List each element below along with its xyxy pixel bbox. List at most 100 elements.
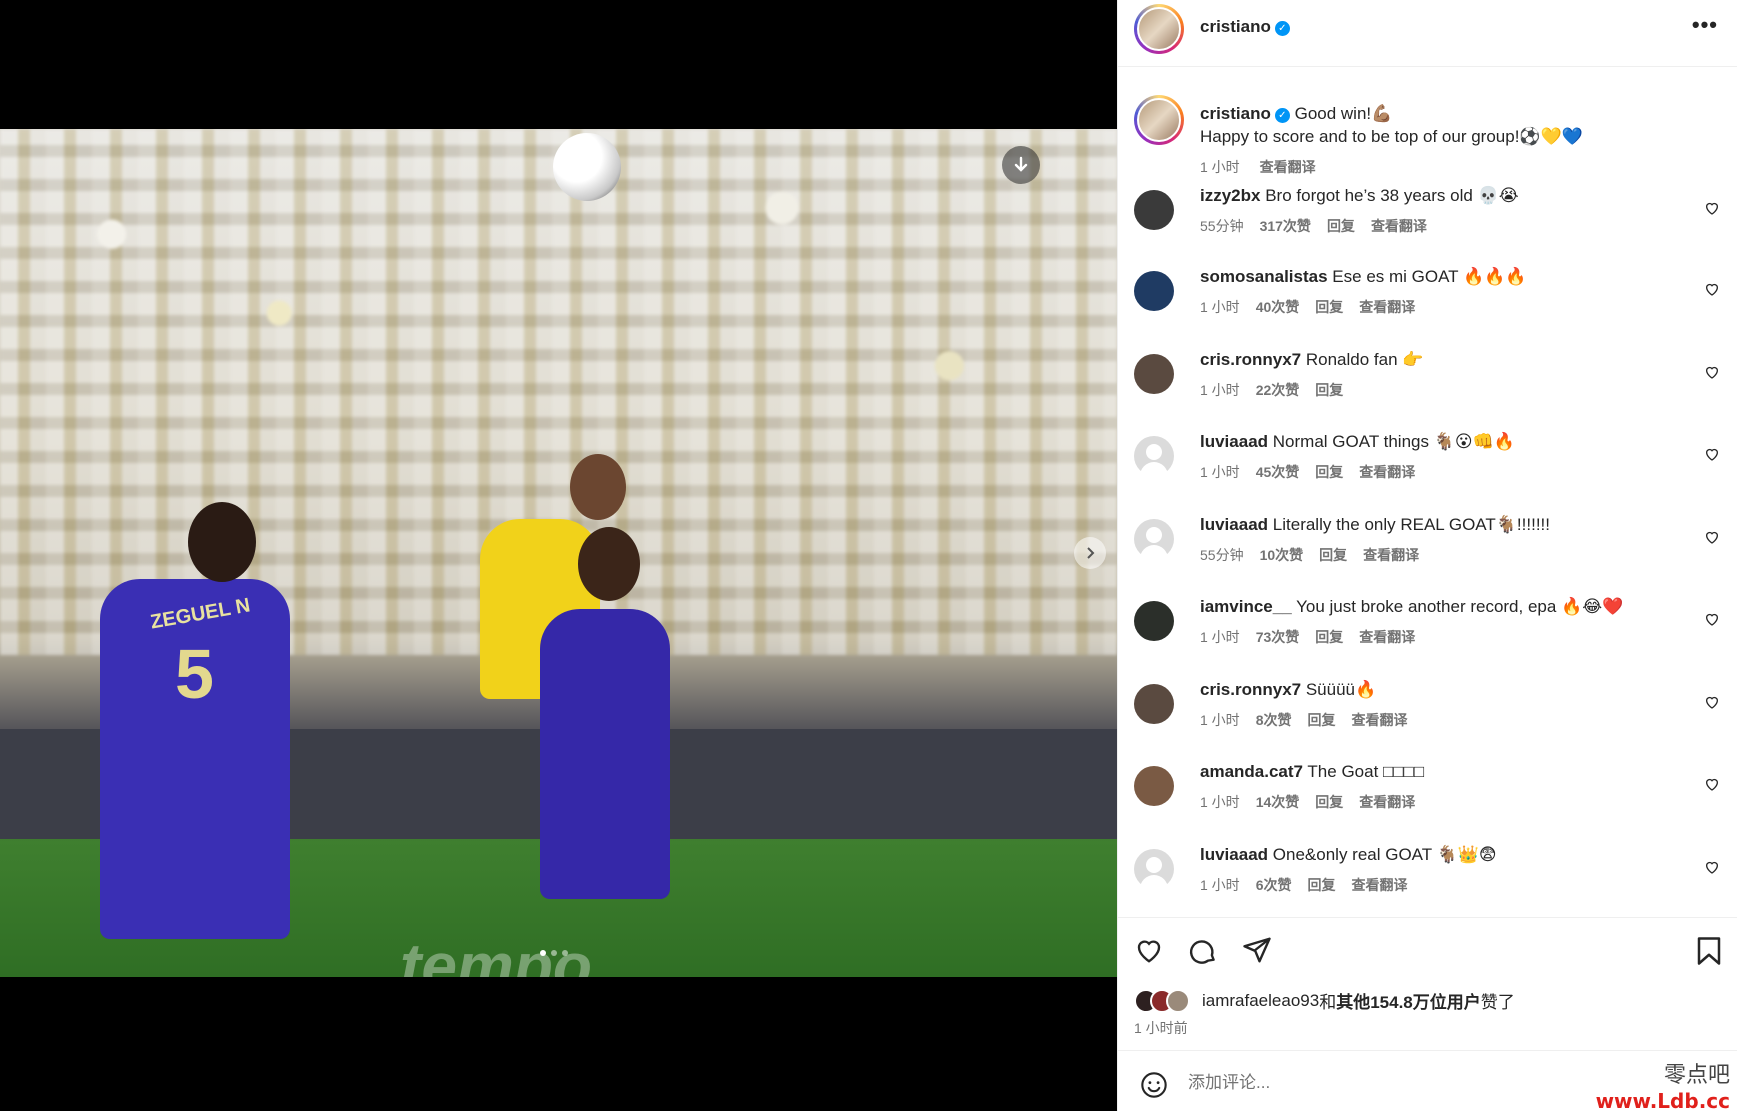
comment-text: Literally the only REAL GOAT🐐!!!!!!! [1272,515,1550,534]
next-image-button[interactable] [1074,537,1106,569]
comment-username[interactable]: somosanalistas [1200,267,1328,286]
comment-reply-link[interactable]: 回复 [1315,794,1343,810]
comment-like-count[interactable]: 6次赞 [1256,877,1292,893]
comment-username[interactable]: cris.ronnyx7 [1200,350,1301,369]
comment-like-heart-icon[interactable] [1704,446,1720,462]
comment-like-heart-icon[interactable] [1704,776,1720,792]
photo-football [553,133,621,201]
comment-item: cris.ronnyx7 Süüüü🔥 1 小时 8次赞 回复 查看翻译 [1134,680,1724,764]
comment-like-heart-icon[interactable] [1704,364,1720,380]
comment-avatar[interactable] [1134,436,1174,480]
likes-summary[interactable]: iamrafaeleao93 和其他154.8万位用户 赞了 [1134,988,1515,1013]
comment-text: Ese es mi GOAT 🔥🔥🔥 [1332,267,1527,286]
comment-time[interactable]: 1 小时 [1200,712,1240,728]
comments-list[interactable]: cristiano ✓ Good win!💪🏽 Happy to score an… [1118,68,1737,916]
comment-like-heart-icon[interactable] [1704,859,1720,875]
watermark-url: www.Ldb.cc [1595,1089,1730,1111]
caption-translate-link[interactable]: 查看翻译 [1260,159,1316,175]
comment-reply-link[interactable]: 回复 [1319,547,1347,563]
comment-like-heart-icon[interactable] [1704,694,1720,710]
comment-reply-link[interactable]: 回复 [1315,629,1343,645]
comment-time[interactable]: 1 小时 [1200,794,1240,810]
comment-avatar[interactable] [1134,190,1174,230]
comment-avatar[interactable] [1134,519,1174,563]
comment-avatar[interactable] [1134,271,1174,311]
post-timestamp[interactable]: 1 小时前 [1134,1018,1188,1038]
comment-reply-link[interactable]: 回复 [1327,218,1355,234]
author-avatar[interactable] [1134,4,1184,54]
comment-translate-link[interactable]: 查看翻译 [1359,794,1415,810]
comment-time[interactable]: 1 小时 [1200,299,1240,315]
comment-username[interactable]: izzy2bx [1200,186,1260,205]
comment-like-count[interactable]: 45次赞 [1256,464,1300,480]
comment-like-heart-icon[interactable] [1704,281,1720,297]
comment-reply-link[interactable]: 回复 [1315,299,1343,315]
comment-item: cris.ronnyx7 Ronaldo fan 👉 1 小时 22次赞 回复 [1134,350,1724,434]
comment-avatar[interactable] [1134,354,1174,394]
comment-like-count[interactable]: 22次赞 [1256,382,1300,398]
comment-reply-link[interactable]: 回复 [1315,464,1343,480]
comment-translate-link[interactable]: 查看翻译 [1363,547,1419,563]
carousel-dot [562,950,568,956]
author-username[interactable]: cristiano ✓ [1200,17,1290,37]
caption-avatar[interactable] [1134,95,1184,145]
comment-translate-link[interactable]: 查看翻译 [1351,712,1407,728]
comment-time[interactable]: 1 小时 [1200,464,1240,480]
comment-like-heart-icon[interactable] [1704,611,1720,627]
comment-username[interactable]: luviaaad [1200,432,1268,451]
comment-translate-link[interactable]: 查看翻译 [1359,299,1415,315]
comment-like-count[interactable]: 40次赞 [1256,299,1300,315]
comment-like-count[interactable]: 10次赞 [1260,547,1304,563]
comment-avatar[interactable] [1134,601,1174,641]
comment-time[interactable]: 1 小时 [1200,629,1240,645]
more-options-icon[interactable]: ••• [1692,12,1718,38]
comment-avatar[interactable] [1134,766,1174,806]
comment-like-count[interactable]: 14次赞 [1256,794,1300,810]
comment-time[interactable]: 55分钟 [1200,547,1244,563]
bookmark-icon[interactable] [1696,936,1722,966]
comment-item: luviaaad Literally the only REAL GOAT🐐!!… [1134,515,1724,599]
comment-reply-link[interactable]: 回复 [1307,712,1335,728]
download-button[interactable] [1002,146,1040,184]
comment-like-count[interactable]: 317次赞 [1260,218,1311,234]
comment-reply-link[interactable]: 回复 [1307,877,1335,893]
carousel-dot-active [540,950,546,956]
photo-player-blue-4 [540,609,670,899]
emoji-icon[interactable] [1140,1071,1168,1099]
likes-others[interactable]: 其他154.8万位用户 [1336,988,1481,1013]
comment-avatar[interactable] [1134,849,1174,893]
comment-like-heart-icon[interactable] [1704,200,1720,216]
comment-translate-link[interactable]: 查看翻译 [1359,629,1415,645]
comment-time[interactable]: 1 小时 [1200,382,1240,398]
comment-like-heart-icon[interactable] [1704,529,1720,545]
comment-time[interactable]: 55分钟 [1200,218,1244,234]
comment-time[interactable]: 1 小时 [1200,877,1240,893]
comment-username[interactable]: luviaaad [1200,845,1268,864]
like-heart-icon[interactable] [1134,936,1164,964]
comment-item: amanda.cat7 The Goat □□□□ 1 小时 14次赞 回复 查看翻译 [1134,762,1724,846]
comment-username[interactable]: luviaaad [1200,515,1268,534]
comment-input[interactable] [1188,1065,1608,1101]
watermark-cn: 零点吧 [1663,1063,1730,1088]
comment-username[interactable]: amanda.cat7 [1200,762,1303,781]
comment-like-count[interactable]: 8次赞 [1256,712,1292,728]
comment-bubble-icon[interactable] [1188,936,1218,966]
comment-text: Bro forgot he’s 38 years old 💀😭 [1265,186,1519,205]
comment-avatar[interactable] [1134,684,1174,724]
comment-translate-link[interactable]: 查看翻译 [1359,464,1415,480]
comment-item: somosanalistas Ese es mi GOAT 🔥🔥🔥 1 小时 40次… [1134,267,1724,351]
chevron-right-icon [1087,547,1095,559]
liker-username[interactable]: iamrafaeleao93 [1202,991,1319,1011]
comment-username[interactable]: iamvince__ [1200,597,1292,616]
comment-text: Süüüü🔥 [1305,680,1377,699]
comment-translate-link[interactable]: 查看翻译 [1351,877,1407,893]
comment-translate-link[interactable]: 查看翻译 [1371,218,1427,234]
comment-username[interactable]: cris.ronnyx7 [1200,680,1301,699]
share-send-icon[interactable] [1242,936,1272,964]
comment-text: You just broke another record, epa 🔥😂❤️ [1296,597,1624,616]
verified-badge-icon: ✓ [1274,21,1290,36]
comment-like-count[interactable]: 73次赞 [1256,629,1300,645]
comment-reply-link[interactable]: 回复 [1315,382,1343,398]
post-media[interactable]: tempo ZEGUEL N 5 [0,0,1117,1111]
caption-username[interactable]: cristiano ✓ [1200,104,1290,123]
